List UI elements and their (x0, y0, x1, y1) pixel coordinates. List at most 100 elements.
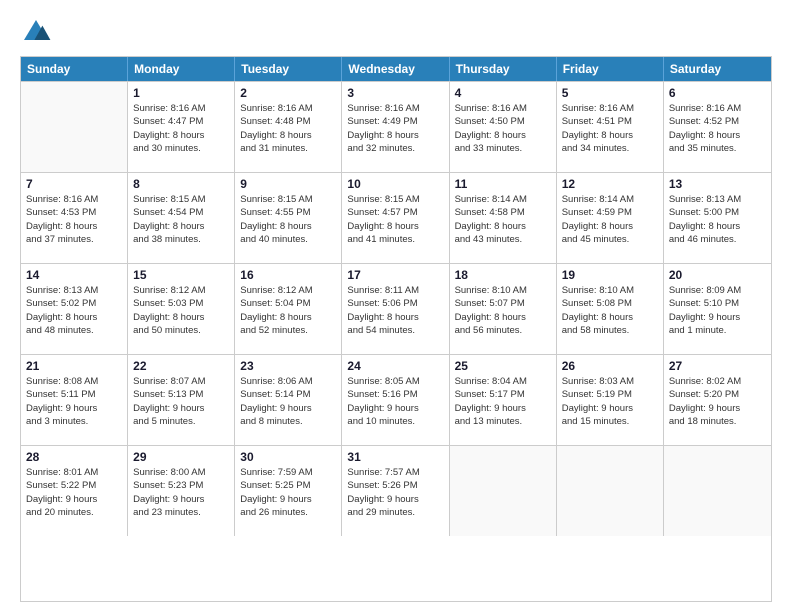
calendar-cell: 15 Sunrise: 8:12 AM Sunset: 5:03 PM Dayli… (128, 264, 235, 354)
calendar-body: 1 Sunrise: 8:16 AM Sunset: 4:47 PM Daylig… (21, 81, 771, 536)
day-info: Sunrise: 8:12 AM Sunset: 5:03 PM Dayligh… (133, 284, 229, 337)
day-info: Sunrise: 8:08 AM Sunset: 5:11 PM Dayligh… (26, 375, 122, 428)
calendar-week-1: 1 Sunrise: 8:16 AM Sunset: 4:47 PM Daylig… (21, 81, 771, 172)
calendar-cell: 23Sunrise: 8:06 AM Sunset: 5:14 PM Dayli… (235, 355, 342, 445)
day-number: 14 (26, 268, 122, 282)
day-info: Sunrise: 8:16 AM Sunset: 4:48 PM Dayligh… (240, 102, 336, 155)
calendar-cell: 3 Sunrise: 8:16 AM Sunset: 4:49 PM Daylig… (342, 82, 449, 172)
header-day-thursday: Thursday (450, 57, 557, 81)
day-number: 31 (347, 450, 443, 464)
day-info: Sunrise: 8:16 AM Sunset: 4:52 PM Dayligh… (669, 102, 766, 155)
day-number: 6 (669, 86, 766, 100)
day-number: 24 (347, 359, 443, 373)
day-number: 3 (347, 86, 443, 100)
day-info: Sunrise: 8:14 AM Sunset: 4:59 PM Dayligh… (562, 193, 658, 246)
day-number: 22 (133, 359, 229, 373)
day-info: Sunrise: 8:15 AM Sunset: 4:57 PM Dayligh… (347, 193, 443, 246)
day-info: Sunrise: 8:02 AM Sunset: 5:20 PM Dayligh… (669, 375, 766, 428)
day-info: Sunrise: 8:14 AM Sunset: 4:58 PM Dayligh… (455, 193, 551, 246)
header-day-tuesday: Tuesday (235, 57, 342, 81)
calendar-cell: 31 Sunrise: 7:57 AM Sunset: 5:26 PM Dayli… (342, 446, 449, 536)
day-number: 5 (562, 86, 658, 100)
calendar-cell: 19Sunrise: 8:10 AM Sunset: 5:08 PM Dayli… (557, 264, 664, 354)
calendar-cell: 21 Sunrise: 8:08 AM Sunset: 5:11 PM Dayli… (21, 355, 128, 445)
page: SundayMondayTuesdayWednesdayThursdayFrid… (0, 0, 792, 612)
calendar-week-3: 14 Sunrise: 8:13 AM Sunset: 5:02 PM Dayli… (21, 263, 771, 354)
day-number: 17 (347, 268, 443, 282)
day-info: Sunrise: 8:03 AM Sunset: 5:19 PM Dayligh… (562, 375, 658, 428)
calendar-cell: 9Sunrise: 8:15 AM Sunset: 4:55 PM Daylig… (235, 173, 342, 263)
calendar-cell: 26 Sunrise: 8:03 AM Sunset: 5:19 PM Dayli… (557, 355, 664, 445)
day-info: Sunrise: 8:13 AM Sunset: 5:02 PM Dayligh… (26, 284, 122, 337)
calendar-cell (450, 446, 557, 536)
day-number: 20 (669, 268, 766, 282)
day-number: 21 (26, 359, 122, 373)
calendar-cell: 17 Sunrise: 8:11 AM Sunset: 5:06 PM Dayli… (342, 264, 449, 354)
day-number: 18 (455, 268, 551, 282)
calendar-week-2: 7Sunrise: 8:16 AM Sunset: 4:53 PM Daylig… (21, 172, 771, 263)
calendar-cell: 10Sunrise: 8:15 AM Sunset: 4:57 PM Dayli… (342, 173, 449, 263)
calendar-cell: 30Sunrise: 7:59 AM Sunset: 5:25 PM Dayli… (235, 446, 342, 536)
day-info: Sunrise: 8:01 AM Sunset: 5:22 PM Dayligh… (26, 466, 122, 519)
header-day-monday: Monday (128, 57, 235, 81)
calendar-cell: 12 Sunrise: 8:14 AM Sunset: 4:59 PM Dayli… (557, 173, 664, 263)
calendar-cell: 18 Sunrise: 8:10 AM Sunset: 5:07 PM Dayli… (450, 264, 557, 354)
day-info: Sunrise: 8:16 AM Sunset: 4:50 PM Dayligh… (455, 102, 551, 155)
day-number: 1 (133, 86, 229, 100)
day-info: Sunrise: 7:59 AM Sunset: 5:25 PM Dayligh… (240, 466, 336, 519)
calendar-cell: 2 Sunrise: 8:16 AM Sunset: 4:48 PM Daylig… (235, 82, 342, 172)
header-day-sunday: Sunday (21, 57, 128, 81)
day-info: Sunrise: 8:11 AM Sunset: 5:06 PM Dayligh… (347, 284, 443, 337)
day-info: Sunrise: 8:16 AM Sunset: 4:47 PM Dayligh… (133, 102, 229, 155)
day-number: 29 (133, 450, 229, 464)
calendar: SundayMondayTuesdayWednesdayThursdayFrid… (20, 56, 772, 602)
header (20, 16, 772, 48)
calendar-cell: 11 Sunrise: 8:14 AM Sunset: 4:58 PM Dayli… (450, 173, 557, 263)
header-day-friday: Friday (557, 57, 664, 81)
calendar-cell (664, 446, 771, 536)
day-info: Sunrise: 8:15 AM Sunset: 4:54 PM Dayligh… (133, 193, 229, 246)
calendar-cell: 22 Sunrise: 8:07 AM Sunset: 5:13 PM Dayli… (128, 355, 235, 445)
day-info: Sunrise: 7:57 AM Sunset: 5:26 PM Dayligh… (347, 466, 443, 519)
day-info: Sunrise: 8:12 AM Sunset: 5:04 PM Dayligh… (240, 284, 336, 337)
day-number: 19 (562, 268, 658, 282)
calendar-cell: 16 Sunrise: 8:12 AM Sunset: 5:04 PM Dayli… (235, 264, 342, 354)
calendar-cell: 25Sunrise: 8:04 AM Sunset: 5:17 PM Dayli… (450, 355, 557, 445)
calendar-cell: 27 Sunrise: 8:02 AM Sunset: 5:20 PM Dayli… (664, 355, 771, 445)
calendar-cell: 5 Sunrise: 8:16 AM Sunset: 4:51 PM Daylig… (557, 82, 664, 172)
day-number: 13 (669, 177, 766, 191)
logo-icon (20, 16, 52, 48)
day-number: 27 (669, 359, 766, 373)
calendar-header: SundayMondayTuesdayWednesdayThursdayFrid… (21, 57, 771, 81)
logo (20, 16, 56, 48)
day-number: 26 (562, 359, 658, 373)
day-number: 25 (455, 359, 551, 373)
calendar-week-5: 28 Sunrise: 8:01 AM Sunset: 5:22 PM Dayli… (21, 445, 771, 536)
calendar-cell: 29 Sunrise: 8:00 AM Sunset: 5:23 PM Dayli… (128, 446, 235, 536)
calendar-cell: 20 Sunrise: 8:09 AM Sunset: 5:10 PM Dayli… (664, 264, 771, 354)
calendar-cell: 8 Sunrise: 8:15 AM Sunset: 4:54 PM Daylig… (128, 173, 235, 263)
calendar-cell: 28 Sunrise: 8:01 AM Sunset: 5:22 PM Dayli… (21, 446, 128, 536)
day-number: 16 (240, 268, 336, 282)
day-info: Sunrise: 8:16 AM Sunset: 4:51 PM Dayligh… (562, 102, 658, 155)
calendar-cell: 24Sunrise: 8:05 AM Sunset: 5:16 PM Dayli… (342, 355, 449, 445)
calendar-cell (21, 82, 128, 172)
day-number: 28 (26, 450, 122, 464)
day-number: 12 (562, 177, 658, 191)
calendar-cell (557, 446, 664, 536)
day-info: Sunrise: 8:09 AM Sunset: 5:10 PM Dayligh… (669, 284, 766, 337)
day-info: Sunrise: 8:16 AM Sunset: 4:53 PM Dayligh… (26, 193, 122, 246)
calendar-cell: 14 Sunrise: 8:13 AM Sunset: 5:02 PM Dayli… (21, 264, 128, 354)
calendar-cell: 6 Sunrise: 8:16 AM Sunset: 4:52 PM Daylig… (664, 82, 771, 172)
calendar-cell: 13Sunrise: 8:13 AM Sunset: 5:00 PM Dayli… (664, 173, 771, 263)
day-info: Sunrise: 8:16 AM Sunset: 4:49 PM Dayligh… (347, 102, 443, 155)
day-info: Sunrise: 8:07 AM Sunset: 5:13 PM Dayligh… (133, 375, 229, 428)
day-info: Sunrise: 8:00 AM Sunset: 5:23 PM Dayligh… (133, 466, 229, 519)
calendar-week-4: 21 Sunrise: 8:08 AM Sunset: 5:11 PM Dayli… (21, 354, 771, 445)
day-number: 15 (133, 268, 229, 282)
day-number: 2 (240, 86, 336, 100)
day-number: 8 (133, 177, 229, 191)
day-number: 11 (455, 177, 551, 191)
day-info: Sunrise: 8:10 AM Sunset: 5:07 PM Dayligh… (455, 284, 551, 337)
calendar-cell: 7Sunrise: 8:16 AM Sunset: 4:53 PM Daylig… (21, 173, 128, 263)
